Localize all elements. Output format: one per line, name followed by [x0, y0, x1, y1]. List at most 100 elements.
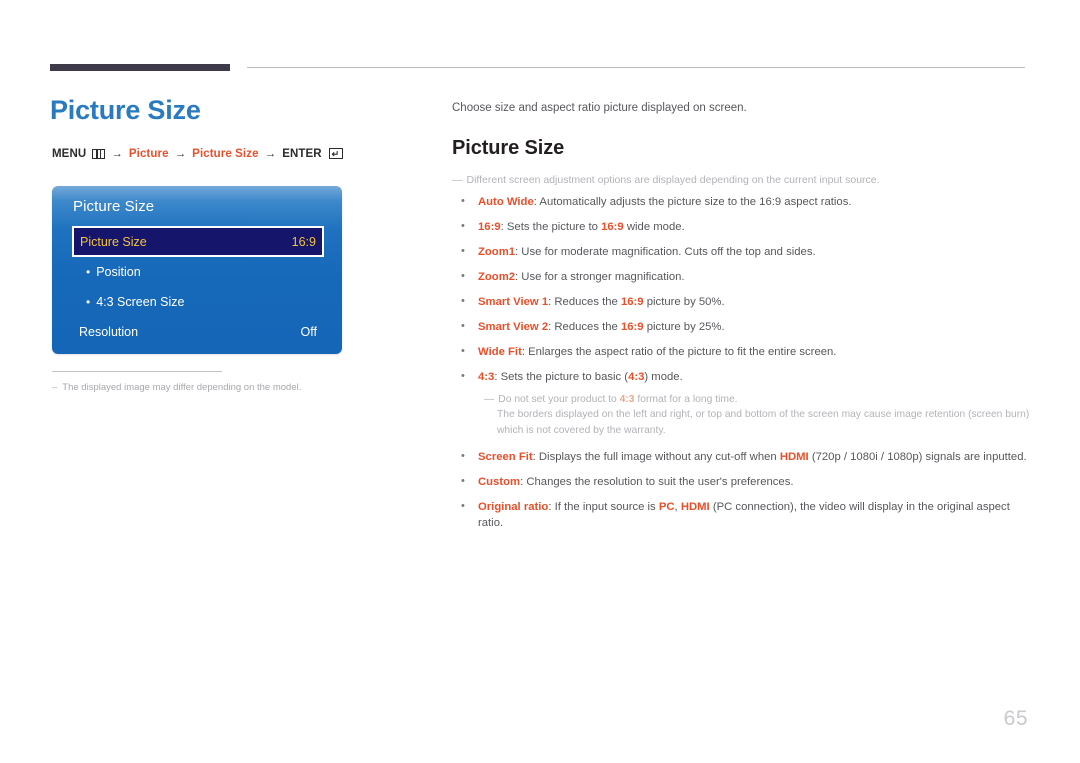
osd-row-picture-size[interactable]: Picture Size 16:9: [72, 226, 324, 257]
list-item: • Zoom1: Use for moderate magnification. …: [452, 244, 1030, 260]
option-highlight: HDMI: [779, 451, 809, 464]
option-desc-a: : If the input source is: [548, 501, 659, 514]
breadcrumb-arrow-2: →: [174, 147, 187, 160]
option-term: Zoom1: [478, 246, 516, 259]
option-term: Wide Fit: [478, 345, 522, 358]
option-highlight: 16:9: [601, 221, 624, 234]
footnote-text: The displayed image may differ depending…: [62, 382, 302, 393]
list-item: • 4:3: Sets the picture to basic (4:3) mo…: [452, 369, 1030, 439]
option-desc: : Enlarges the aspect ratio of the pictu…: [521, 345, 837, 358]
option-desc-a: : Reduces the: [548, 295, 621, 308]
section-note: — Different screen adjustment options ar…: [452, 173, 1030, 188]
bullet-dot-icon: •: [461, 220, 465, 233]
page-number: 65: [1003, 707, 1028, 730]
list-item: • Auto Wide: Automatically adjusts the pi…: [452, 194, 1030, 210]
option-term: 16:9: [478, 221, 501, 234]
menu-grid-icon: [92, 148, 106, 159]
option-term: Screen Fit: [478, 451, 533, 464]
note-text: Different screen adjustment options are …: [466, 174, 880, 187]
list-item: • Original ratio: If the input source is …: [452, 499, 1030, 532]
option-desc-b: wide mode.: [623, 221, 685, 234]
picture-size-options-list: • Auto Wide: Automatically adjusts the pi…: [452, 194, 1030, 438]
option-desc-b: picture by 50%.: [643, 295, 725, 308]
section-title: Picture Size: [452, 137, 565, 160]
subnote-highlight: 4:3: [619, 393, 635, 405]
option-term: Custom: [478, 476, 521, 489]
bullet-dot-icon: •: [461, 500, 465, 513]
option-desc-b: ) mode.: [644, 370, 683, 383]
subnote-line1-wrap: Do not set your product to 4:3 format fo…: [498, 392, 737, 407]
option-term: Smart View 1: [478, 295, 549, 308]
subnote-line-3: which is not covered by the warranty.: [497, 424, 666, 436]
bullet-dot-icon: •: [461, 245, 465, 258]
bullet-dot-icon: •: [461, 270, 465, 283]
option-desc: : Changes the resolution to suit the use…: [520, 476, 794, 489]
bullet-dot-icon: •: [461, 369, 465, 382]
breadcrumb-step-picture-size: Picture Size: [192, 147, 259, 160]
subnote-line-2: The borders displayed on the left and ri…: [497, 409, 1030, 421]
option-desc-b: picture by 25%.: [643, 320, 725, 333]
option-desc: : Use for a stronger magnification.: [515, 271, 685, 284]
picture-size-options-list-2: • Screen Fit: Displays the full image wit…: [452, 449, 1030, 532]
option-highlight-pc: PC: [658, 501, 675, 514]
subnote-line-1: — Do not set your product to 4:3 format …: [484, 392, 1030, 407]
option-desc-b: (720p / 1080i / 1080p) signals are input…: [808, 451, 1027, 464]
bullet-dot-icon: •: [461, 319, 465, 332]
list-item: • Custom: Changes the resolution to suit …: [452, 474, 1030, 490]
header-rule-thick: [50, 64, 230, 71]
option-term: 4:3: [478, 370, 495, 383]
bullet-dot-icon: •: [461, 475, 465, 488]
osd-panel: Picture Size Picture Size 16:9 Position …: [52, 186, 342, 354]
bullet-dot-icon: •: [461, 294, 465, 307]
option-desc-a: : Reduces the: [548, 320, 621, 333]
osd-row-43-screen-size[interactable]: 4:3 Screen Size: [72, 287, 324, 317]
option-highlight: 4:3: [628, 370, 645, 383]
breadcrumb-arrow-3: →: [264, 147, 277, 160]
osd-panel-title: Picture Size: [73, 198, 155, 215]
subnote-dash: —: [484, 393, 495, 405]
list-item: • 16:9: Sets the picture to 16:9 wide mod…: [452, 219, 1030, 235]
option-term: Zoom2: [478, 271, 516, 284]
breadcrumb-step-picture: Picture: [128, 147, 169, 160]
osd-row-position[interactable]: Position: [72, 257, 324, 287]
osd-row-label: 4:3 Screen Size: [86, 295, 184, 309]
breadcrumb-arrow-1: →: [111, 147, 123, 160]
footnote-dash: –: [52, 382, 58, 393]
list-item: • Wide Fit: Enlarges the aspect ratio of …: [452, 344, 1030, 360]
option-desc-a: : Sets the picture to: [500, 221, 602, 234]
bullet-dot-icon: •: [461, 195, 465, 208]
osd-row-value: 16:9: [291, 234, 316, 249]
subnote-text-a: Do not set your product to: [498, 393, 620, 405]
left-footnote: – The displayed image may differ dependi…: [52, 381, 382, 394]
list-item: • Screen Fit: Displays the full image wit…: [452, 449, 1030, 465]
option-desc: : Use for moderate magnification. Cuts o…: [515, 246, 816, 259]
left-column: Picture Size MENU → Picture → Picture Si…: [50, 95, 430, 160]
osd-row-label: Resolution: [79, 325, 139, 339]
bullet-dot-icon: •: [461, 450, 465, 463]
option-desc-a: : Sets the picture to basic (: [494, 370, 629, 383]
left-footnote-rule: [52, 371, 222, 372]
list-item: • Smart View 1: Reduces the 16:9 picture …: [452, 294, 1030, 310]
osd-row-value: Off: [300, 325, 317, 339]
enter-return-icon: ↵: [328, 148, 343, 160]
option-desc: : Automatically adjusts the picture size…: [533, 196, 852, 209]
option-highlight: 16:9: [620, 295, 644, 308]
option-term: Original ratio: [478, 501, 549, 514]
breadcrumb-menu-label: MENU: [52, 147, 87, 160]
option-term: Smart View 2: [478, 320, 549, 333]
header-rule-thin: [247, 67, 1025, 68]
option-desc-a: : Displays the full image without any cu…: [532, 451, 780, 464]
manual-page: Picture Size MENU → Picture → Picture Si…: [0, 0, 1080, 763]
osd-row-label: Position: [86, 265, 140, 279]
list-item: • Smart View 2: Reduces the 16:9 picture …: [452, 319, 1030, 335]
osd-menu-list: Picture Size 16:9 Position 4:3 Screen Si…: [72, 226, 324, 347]
option-highlight-hdmi: HDMI: [680, 501, 710, 514]
intro-text: Choose size and aspect ratio picture dis…: [452, 102, 747, 114]
osd-row-label: Picture Size: [80, 234, 147, 249]
list-item: • Zoom2: Use for a stronger magnification…: [452, 269, 1030, 285]
osd-row-resolution[interactable]: Resolution Off: [72, 317, 324, 347]
option-term: Auto Wide: [478, 196, 534, 209]
breadcrumb-enter-label: ENTER: [282, 147, 322, 160]
page-title: Picture Size: [50, 95, 201, 125]
option-highlight: 16:9: [620, 320, 644, 333]
